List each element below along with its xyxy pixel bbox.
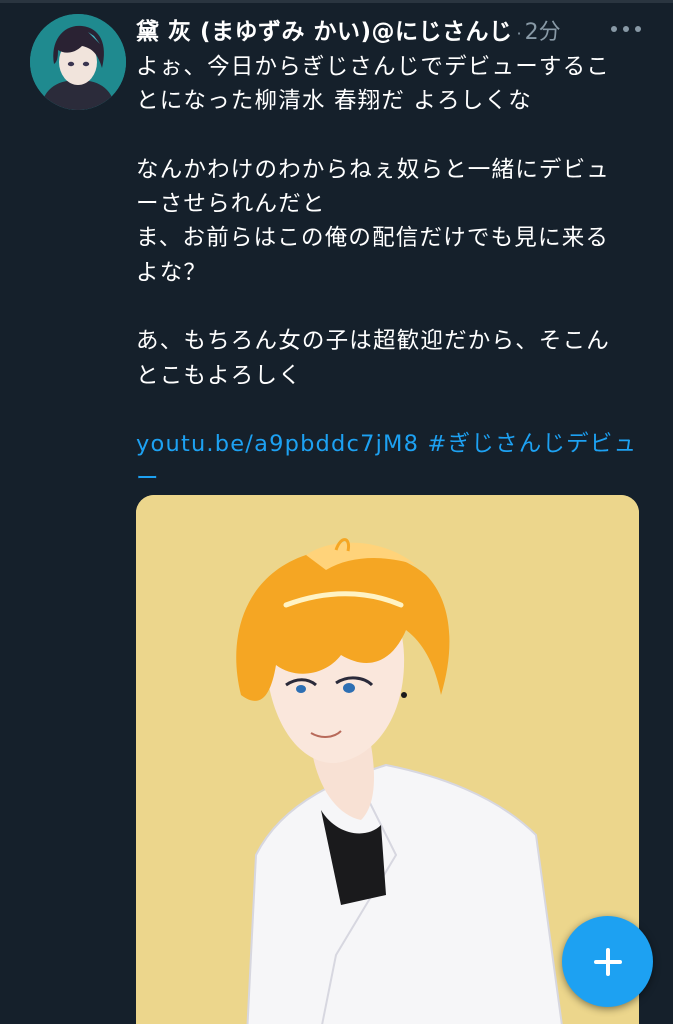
hashtag-link-continued[interactable]: ー xyxy=(136,466,160,492)
author-name[interactable]: 黛 灰 (まゆずみ かい)@にじさんじ xyxy=(136,12,513,46)
tweet-line: よな？ xyxy=(136,259,208,286)
avatar[interactable] xyxy=(30,14,126,110)
plus-icon-vertical xyxy=(606,948,610,976)
tweet-timestamp[interactable]: 2分 xyxy=(525,14,561,46)
character-illustration xyxy=(136,495,639,1024)
hashtag-link[interactable]: #ぎじさんじデビュ xyxy=(428,431,638,457)
tweet-links-line-2: ー xyxy=(136,462,641,496)
tweet-media-image[interactable] xyxy=(136,495,639,1024)
more-horizontal-icon[interactable] xyxy=(609,26,643,34)
tweet-line: ま、お前らはこの俺の配信だけでも見に来る xyxy=(136,225,610,252)
top-divider xyxy=(0,0,673,3)
avatar-image xyxy=(30,14,126,110)
tweet[interactable]: 黛 灰 (まゆずみ かい)@にじさんじ · 2分 よぉ、今日からぎじさんじでデビ… xyxy=(136,12,646,496)
tweet-text: よぉ、今日からぎじさんじでデビューするこ とになった柳清水 春翔だ よろしくな … xyxy=(136,50,641,496)
youtube-link[interactable]: youtu.be/a9pbddc7jM8 xyxy=(136,431,419,457)
tweet-line: とになった柳清水 春翔だ よろしくな xyxy=(136,88,532,115)
tweet-line: とこもよろしく xyxy=(136,362,302,389)
tweet-header: 黛 灰 (まゆずみ かい)@にじさんじ · 2分 xyxy=(136,12,646,48)
timeline-screen: 黛 灰 (まゆずみ かい)@にじさんじ · 2分 よぉ、今日からぎじさんじでデビ… xyxy=(0,0,673,1024)
compose-tweet-button[interactable] xyxy=(562,916,653,1007)
tweet-links-line: youtu.be/a9pbddc7jM8 #ぎじさんじデビュ xyxy=(136,427,641,461)
tweet-line: ーさせられんだと xyxy=(136,191,326,218)
tweet-line: あ、もちろん女の子は超歓迎だから、そこん xyxy=(136,328,611,355)
tweet-line: なんかわけのわからねぇ奴らと一緒にデビュ xyxy=(136,156,611,183)
header-separator: · xyxy=(516,24,522,43)
tweet-line: よぉ、今日からぎじさんじでデビューするこ xyxy=(136,54,611,80)
